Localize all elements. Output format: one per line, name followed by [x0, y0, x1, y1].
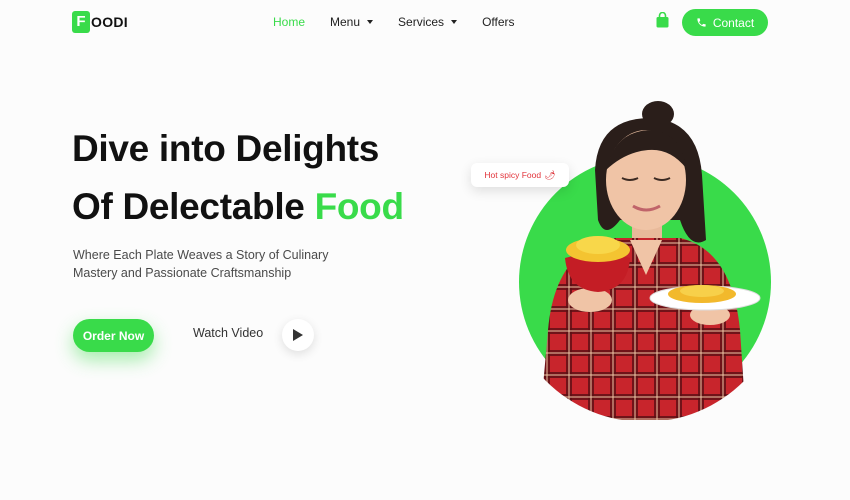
chevron-down-icon	[367, 20, 374, 24]
nav-item-label: Services	[398, 15, 445, 29]
play-video-button[interactable]	[282, 319, 314, 351]
logo-text: OODI	[91, 14, 128, 30]
watch-video-link[interactable]: Watch Video	[193, 326, 263, 340]
hot-spicy-badge: Hot spicy Food 🌶	[471, 163, 569, 187]
nav-item-menu[interactable]: Menu	[330, 15, 374, 29]
nav-item-offers[interactable]: Offers	[482, 15, 514, 29]
order-now-label: Order Now	[82, 328, 145, 343]
contact-label: Contact	[712, 15, 755, 30]
shopping-bag-icon[interactable]	[656, 12, 669, 28]
order-now-button[interactable]: Order Now	[73, 319, 154, 352]
chili-icon: 🌶	[544, 169, 556, 180]
play-icon	[293, 329, 303, 341]
phone-icon	[697, 18, 706, 27]
headline-line-2: Of Delectable Food	[72, 178, 404, 236]
main-nav: Home Menu Services Offers	[273, 15, 540, 29]
nav-item-home[interactable]: Home	[273, 15, 305, 29]
nav-item-label: Menu	[330, 15, 361, 29]
headline-accent-word: Food	[314, 186, 405, 227]
chevron-down-icon	[451, 20, 458, 24]
headline-line-2-prefix: Of Delectable	[72, 186, 315, 227]
headline-line-1: Dive into Delights	[72, 128, 380, 169]
hero-subtitle: Where Each Plate Weaves a Story of Culin…	[73, 248, 329, 280]
hot-spicy-label: Hot spicy Food	[484, 170, 542, 180]
nav-item-label: Home	[273, 15, 306, 29]
logo-mark: F	[72, 11, 90, 33]
nav-item-services[interactable]: Services	[398, 15, 458, 29]
nav-item-label: Offers	[482, 15, 515, 29]
contact-button[interactable]: Contact	[682, 9, 768, 36]
hero-image	[519, 101, 771, 420]
hero-headline: Dive into Delights Of Delectable Food	[72, 120, 404, 236]
brand-logo[interactable]: F OODI	[72, 11, 128, 33]
